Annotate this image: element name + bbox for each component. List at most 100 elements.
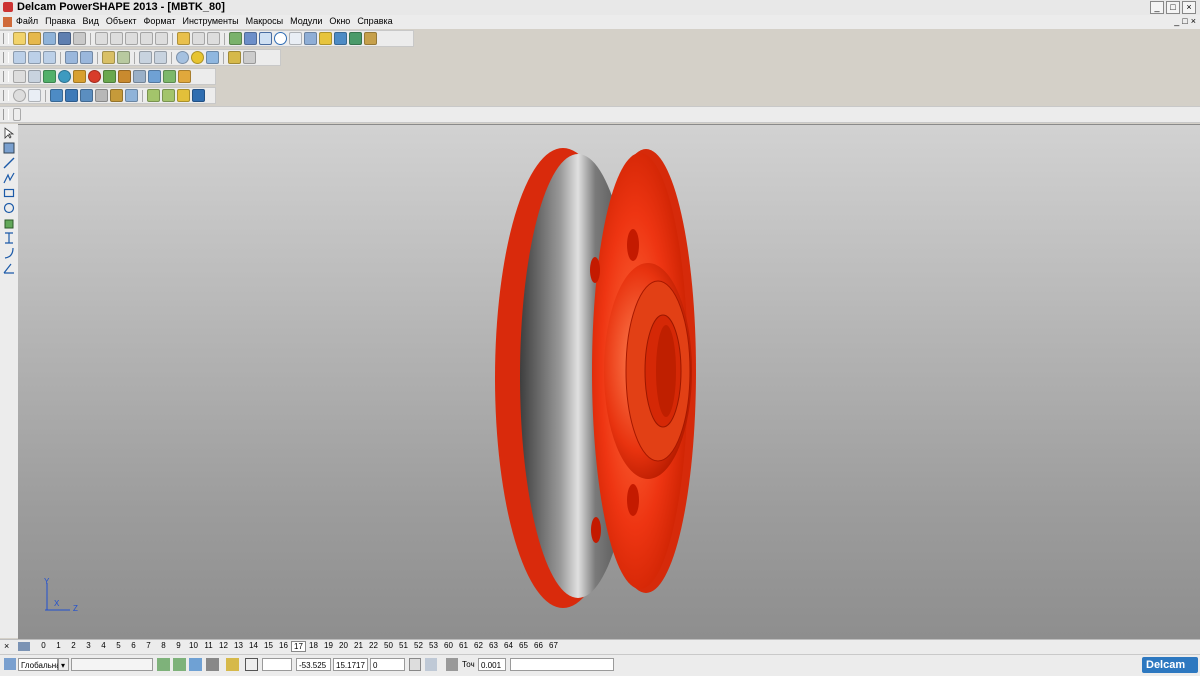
delete-icon[interactable] [155, 32, 168, 45]
paste-icon[interactable] [125, 32, 138, 45]
open-file-icon[interactable] [28, 32, 41, 45]
shaded-icon[interactable] [191, 51, 204, 64]
circle-icon[interactable] [274, 32, 287, 45]
menu-file[interactable]: Файл [16, 16, 38, 26]
grid-icon[interactable] [245, 658, 258, 671]
component-icon[interactable] [178, 70, 191, 83]
snap-icon[interactable] [157, 658, 170, 671]
line-icon[interactable] [3, 157, 15, 169]
view-side-icon[interactable] [43, 51, 56, 64]
axis-x-icon[interactable] [28, 89, 41, 102]
curve-icon[interactable] [289, 32, 302, 45]
snap-mode-icon[interactable] [173, 658, 186, 671]
zoom-out-icon[interactable] [154, 51, 167, 64]
select-arrow-icon[interactable] [3, 127, 15, 139]
minimize-button[interactable]: _ [1150, 1, 1164, 14]
level-cell[interactable]: 63 [486, 641, 501, 652]
coordinate-y[interactable]: 15.1717 [333, 658, 368, 671]
level-cell[interactable]: 51 [396, 641, 411, 652]
arc-icon[interactable] [3, 247, 15, 259]
orange-object-icon[interactable] [73, 70, 86, 83]
level-cell[interactable]: 4 [96, 641, 111, 652]
level-cell[interactable]: 15 [261, 641, 276, 652]
mdi-close-button[interactable]: × [1191, 16, 1196, 26]
level-cell[interactable]: 0 [36, 641, 51, 652]
hand-icon[interactable] [243, 51, 256, 64]
new-file-icon[interactable] [13, 32, 26, 45]
rectangle-icon[interactable] [3, 187, 15, 199]
pin-icon[interactable] [13, 108, 21, 121]
wireframe-icon[interactable] [206, 51, 219, 64]
level-cell[interactable]: 60 [441, 641, 456, 652]
rotate-icon[interactable] [117, 51, 130, 64]
level-cell[interactable]: 5 [111, 641, 126, 652]
tolerance-icon[interactable] [446, 658, 458, 671]
zoom-in-icon[interactable] [139, 51, 152, 64]
sphere-icon[interactable] [13, 89, 26, 102]
revolve-icon[interactable] [65, 89, 78, 102]
maximize-button[interactable]: □ [1166, 1, 1180, 14]
level-cell[interactable]: 16 [276, 641, 291, 652]
save-as-icon[interactable] [58, 32, 71, 45]
circle-tool-icon[interactable] [3, 202, 15, 214]
level-cell[interactable]: 66 [531, 641, 546, 652]
level-cell[interactable]: 65 [516, 641, 531, 652]
camera-icon[interactable] [206, 658, 219, 671]
angle-icon[interactable] [3, 262, 15, 274]
level-cell[interactable]: 62 [471, 641, 486, 652]
level-cell[interactable]: 19 [321, 641, 336, 652]
print-icon[interactable] [73, 32, 86, 45]
split-icon[interactable] [147, 89, 160, 102]
menu-view[interactable]: Вид [83, 16, 99, 26]
graphics-viewport[interactable]: Y X Z [18, 124, 1200, 639]
material-select[interactable] [71, 658, 153, 671]
boolean-icon[interactable] [192, 89, 205, 102]
matrix-icon[interactable] [133, 70, 146, 83]
blue-sphere-icon[interactable] [58, 70, 71, 83]
menu-edit[interactable]: Правка [45, 16, 75, 26]
level-cell[interactable]: 18 [306, 641, 321, 652]
level-cell[interactable]: 11 [201, 641, 216, 652]
calculator-icon[interactable] [425, 658, 437, 671]
table-icon[interactable] [409, 658, 421, 671]
copy-icon[interactable] [110, 32, 123, 45]
level-cell[interactable]: 6 [126, 641, 141, 652]
level-cell[interactable]: 14 [246, 641, 261, 652]
level-cell[interactable]: 12 [216, 641, 231, 652]
level-cell[interactable]: 61 [456, 641, 471, 652]
clear-icon[interactable] [140, 32, 153, 45]
close-button[interactable]: × [1182, 1, 1196, 14]
red-sphere-icon[interactable] [88, 70, 101, 83]
level-cell[interactable]: 50 [381, 641, 396, 652]
level-cell[interactable]: 7 [141, 641, 156, 652]
solid-cube-icon[interactable] [3, 217, 15, 229]
level-cell[interactable]: 64 [501, 641, 516, 652]
mesh-icon[interactable] [125, 89, 138, 102]
menu-tools[interactable]: Инструменты [182, 16, 238, 26]
close-levels-icon[interactable]: × [4, 641, 9, 651]
surface-icon[interactable] [334, 32, 347, 45]
repeat-icon[interactable] [207, 32, 220, 45]
box-icon[interactable] [118, 70, 131, 83]
light-icon[interactable] [228, 51, 241, 64]
polyline-icon[interactable] [3, 172, 15, 184]
coordinate-x[interactable]: -53.525 [296, 658, 331, 671]
select-object-icon[interactable] [229, 32, 242, 45]
mdi-minimize-button[interactable]: _ [1174, 16, 1179, 26]
globe-icon[interactable] [176, 51, 189, 64]
level-cell[interactable]: 9 [171, 641, 186, 652]
document-icon[interactable] [3, 17, 12, 27]
workplane-select[interactable]: Глобальна [18, 658, 61, 671]
tools-icon[interactable] [364, 32, 377, 45]
workplane-icon[interactable] [244, 32, 257, 45]
assembly-icon[interactable] [163, 70, 176, 83]
level-cell[interactable]: 1 [51, 641, 66, 652]
group-icon[interactable] [148, 70, 161, 83]
solid-icon[interactable] [349, 32, 362, 45]
mdi-restore-button[interactable]: □ [1182, 16, 1187, 26]
green-object-icon[interactable] [43, 70, 56, 83]
level-cell[interactable]: 67 [546, 641, 561, 652]
fillet-icon[interactable] [110, 89, 123, 102]
cube-icon[interactable] [189, 658, 202, 671]
loft-icon[interactable] [80, 89, 93, 102]
